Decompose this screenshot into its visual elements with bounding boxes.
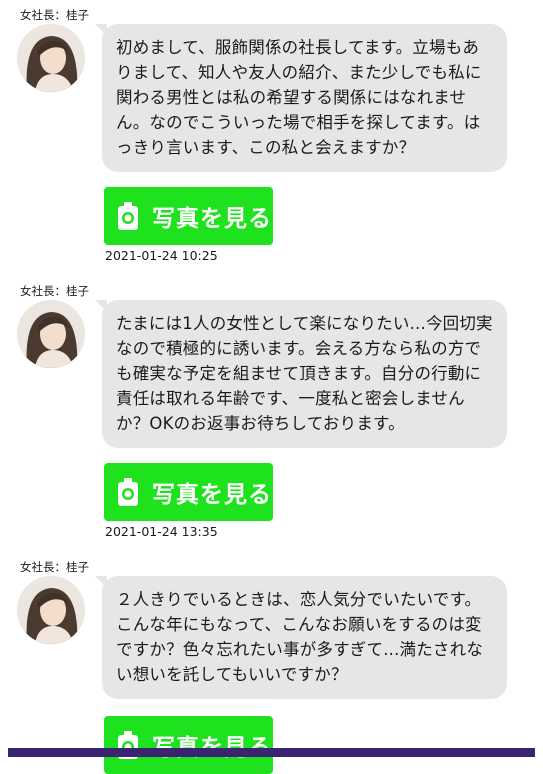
sender-name: 女社長：桂子 [20,560,89,574]
view-photo-button[interactable]: 写真を見る [104,716,273,774]
camera-icon [118,478,138,506]
message-bubble: 初めまして、服飾関係の社長してます。立場もありまして、知人や友人の紹介、また少し… [95,24,507,172]
message-bubble: たまには1人の女性として楽になりたい...今回切実なので積極的に誘います。会える… [95,300,507,448]
avatar[interactable] [17,24,85,92]
avatar[interactable] [17,576,85,644]
view-photo-label: 写真を見る [152,206,272,232]
message-bubble: ２人きりでいるときは、恋人気分でいたいです。こんな年にもなって、こんなお願いをす… [95,576,507,699]
avatar[interactable] [17,300,85,368]
timestamp: 2021-01-24 13:35 [105,524,218,539]
sender-name: 女社長：桂子 [20,8,89,22]
message-1: 女社長：桂子 初めまして、服飾関係の社長してます。立場もありまして、知人や友人の… [0,7,543,267]
sender-name: 女社長：桂子 [20,284,89,298]
camera-icon [118,202,138,230]
timestamp: 2021-01-24 10:25 [105,248,218,263]
message-2: 女社長：桂子 たまには1人の女性として楽になりたい...今回切実なので積極的に誘… [0,283,543,543]
view-photo-button[interactable]: 写真を見る [104,187,273,245]
view-photo-label: 写真を見る [152,482,272,508]
message-3: 女社長：桂子 ２人きりでいるときは、恋人気分でいたいです。こんな年にもなって、こ… [0,559,543,774]
view-photo-button[interactable]: 写真を見る [104,463,273,521]
bottom-bar [8,748,535,757]
